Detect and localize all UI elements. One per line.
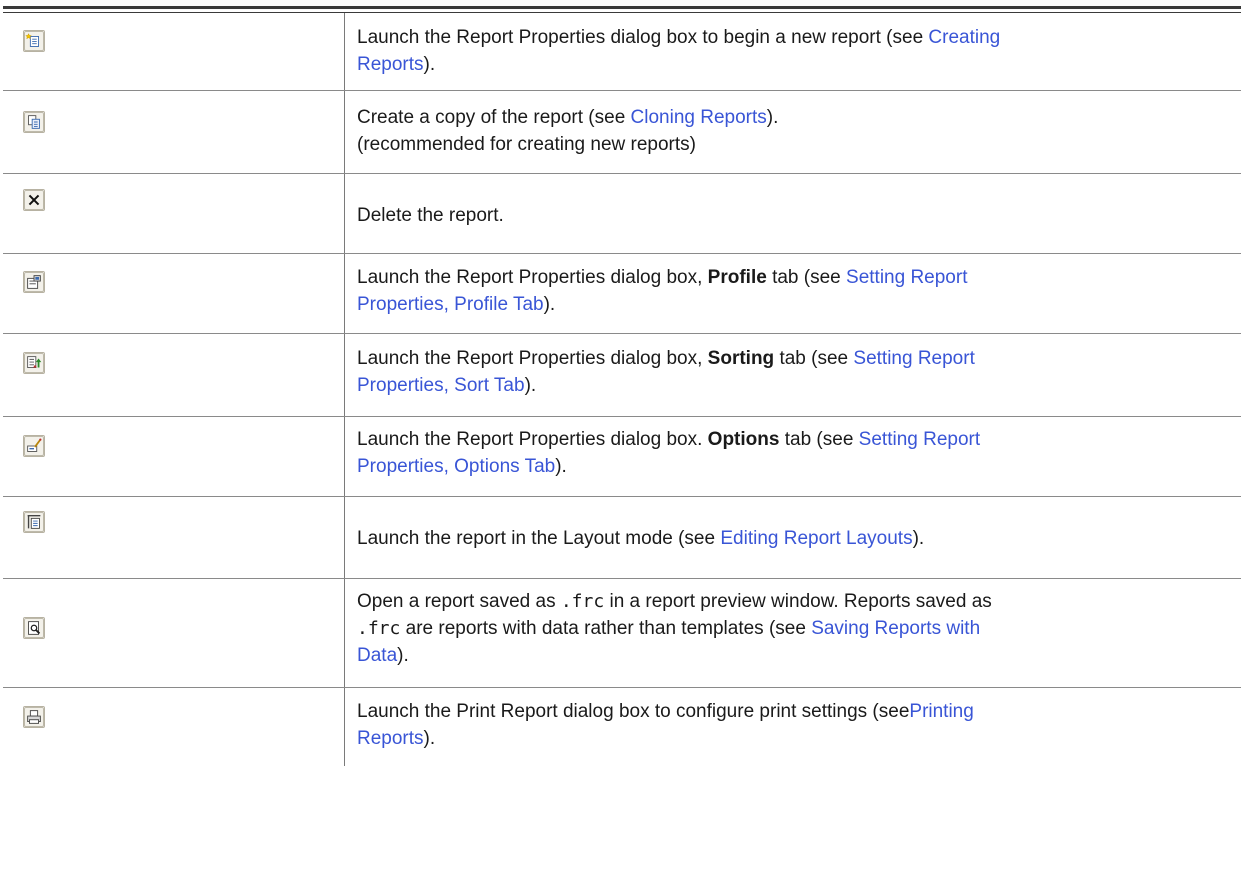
- options-icon[interactable]: [23, 435, 45, 457]
- table-row: Launch the Report Properties dialog box,…: [3, 254, 1241, 334]
- sorting-icon[interactable]: [23, 352, 45, 374]
- link-cloning-reports[interactable]: Cloning Reports: [631, 107, 767, 128]
- clone-report-icon[interactable]: [23, 111, 45, 133]
- code-frc: .frc: [357, 618, 401, 639]
- link-creating-reports[interactable]: Creating: [928, 27, 1000, 48]
- table-row: Launch the Print Report dialog box to co…: [3, 688, 1241, 766]
- table-row: Open a report saved as .frc in a report …: [3, 579, 1241, 688]
- preview-icon[interactable]: [23, 617, 45, 639]
- link-setting-report-properties-profile[interactable]: Setting Report: [846, 267, 967, 288]
- table-row: Launch the Report Properties dialog box,…: [3, 334, 1241, 417]
- link-editing-report-layouts[interactable]: Editing Report Layouts: [720, 528, 912, 549]
- row-description: Launch the Report Properties dialog box …: [357, 27, 1001, 75]
- row-description: Launch the Report Properties dialog box.…: [357, 429, 981, 477]
- table-top-rule: [3, 6, 1241, 9]
- link-printing-reports[interactable]: Printing: [909, 701, 973, 722]
- link-sort-tab[interactable]: Properties, Sort Tab: [357, 375, 525, 396]
- properties-profile-icon[interactable]: [23, 271, 45, 293]
- table-row: Launch the report in the Layout mode (se…: [3, 497, 1241, 579]
- table-row: Launch the Report Properties dialog box.…: [3, 417, 1241, 497]
- link-setting-report-properties-sort[interactable]: Setting Report: [853, 348, 974, 369]
- delete-report-icon[interactable]: [23, 189, 45, 211]
- link-setting-report-properties-options[interactable]: Setting Report: [859, 429, 980, 450]
- row-description: Delete the report.: [357, 205, 504, 226]
- row-description: Launch the Report Properties dialog box,…: [357, 348, 975, 396]
- link-options-tab[interactable]: Properties, Options Tab: [357, 456, 555, 477]
- code-frc: .frc: [560, 591, 605, 612]
- row-description: Launch the Report Properties dialog box,…: [357, 267, 968, 315]
- table-row: Launch the Report Properties dialog box …: [3, 13, 1241, 91]
- row-description: Launch the report in the Layout mode (se…: [357, 528, 925, 549]
- command-table: Launch the Report Properties dialog box …: [3, 6, 1241, 766]
- link-saving-reports-data-cont[interactable]: Data: [357, 645, 397, 666]
- link-saving-reports-with-data[interactable]: Saving Reports with: [811, 618, 980, 639]
- link-profile-tab[interactable]: Properties, Profile Tab: [357, 294, 544, 315]
- layout-mode-icon[interactable]: [23, 511, 45, 533]
- table-row: Create a copy of the report (see Cloning…: [3, 91, 1241, 174]
- row-description: Create a copy of the report (see Cloning…: [357, 107, 779, 155]
- row-description: Launch the Print Report dialog box to co…: [357, 701, 974, 749]
- print-icon[interactable]: [23, 706, 45, 728]
- new-report-icon[interactable]: [23, 30, 45, 52]
- row-description: Open a report saved as .frc in a report …: [357, 591, 992, 666]
- link-printing-reports-cont[interactable]: Reports: [357, 728, 424, 749]
- link-creating-reports-cont[interactable]: Reports: [357, 54, 424, 75]
- table-row: Delete the report.: [3, 174, 1241, 254]
